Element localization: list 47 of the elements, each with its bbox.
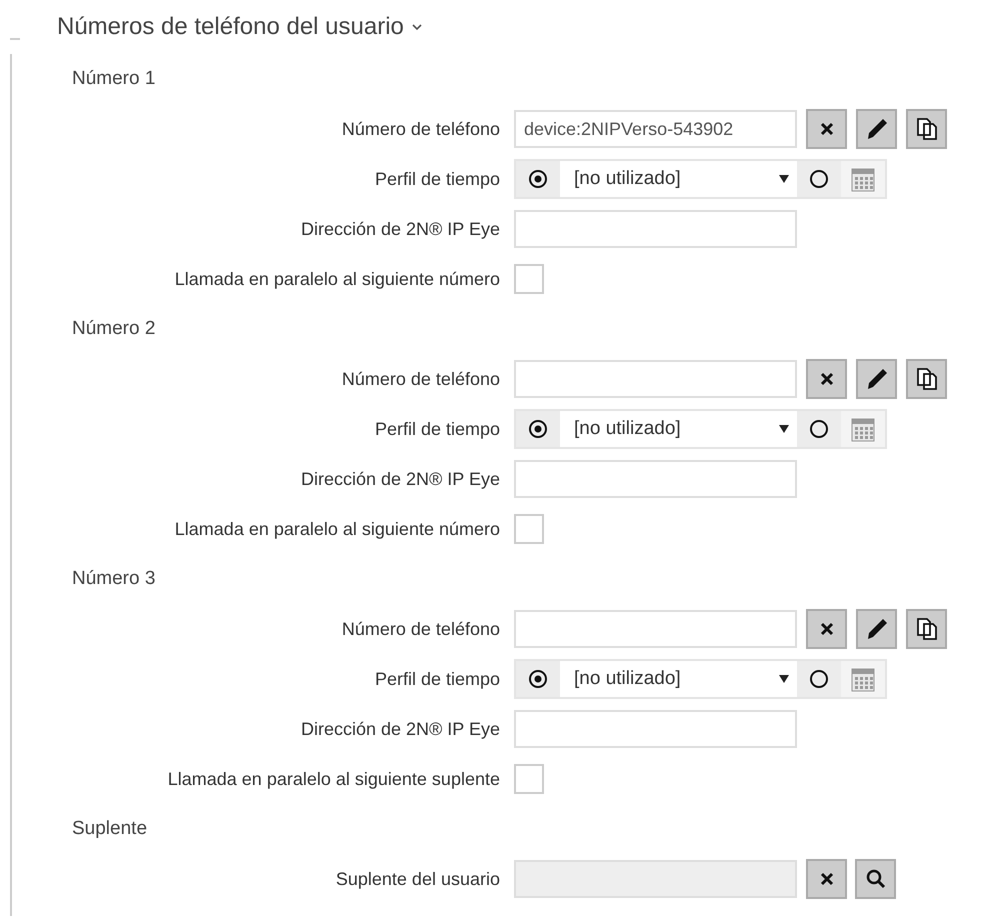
close-icon <box>820 372 834 386</box>
phone-number-field[interactable] <box>514 610 797 648</box>
field-label: Perfil de tiempo <box>374 418 500 440</box>
field-label: Llamada en paralelo al siguiente suplente <box>166 768 500 790</box>
text-field[interactable] <box>514 210 797 248</box>
clear-button[interactable] <box>806 859 847 899</box>
checkbox[interactable] <box>514 514 544 544</box>
group-title: Número 1 <box>72 68 156 90</box>
search-icon <box>866 869 886 889</box>
field-label: Llamada en paralelo al siguiente número <box>174 268 500 290</box>
field-label: Dirección de 2N® IP Eye <box>300 718 500 740</box>
field-label: Perfil de tiempo <box>374 168 500 190</box>
text-field[interactable] <box>514 710 797 748</box>
copy-button[interactable] <box>906 609 947 649</box>
close-icon <box>820 622 834 636</box>
field-label: Número de teléfono <box>340 118 500 140</box>
field-label: Número de teléfono <box>340 368 500 390</box>
copy-button[interactable] <box>906 109 947 149</box>
close-icon <box>820 122 834 136</box>
text-field[interactable] <box>514 460 797 498</box>
field-label: Perfil de tiempo <box>374 668 500 690</box>
copy-button[interactable] <box>906 359 947 399</box>
edit-button[interactable] <box>856 359 897 399</box>
field-label: Dirección de 2N® IP Eye <box>300 218 500 240</box>
group-title: Número 2 <box>72 318 156 340</box>
field-label: Suplente del usuario <box>334 868 500 890</box>
checkbox[interactable] <box>514 764 544 794</box>
group-title: Suplente <box>72 818 148 840</box>
copy-icon <box>914 117 938 141</box>
group-title: Número 3 <box>72 568 156 590</box>
checkbox[interactable] <box>514 264 544 294</box>
phone-number-field[interactable]: device:2NIPVerso-543902 <box>514 110 797 148</box>
section-title[interactable]: Números de teléfono del usuario <box>57 13 404 41</box>
close-icon <box>820 872 834 886</box>
copy-icon <box>914 617 938 641</box>
search-button[interactable] <box>855 859 896 899</box>
field-label: Llamada en paralelo al siguiente número <box>174 518 500 540</box>
field-label: Dirección de 2N® IP Eye <box>300 468 500 490</box>
phone-number-field[interactable] <box>514 360 797 398</box>
copy-icon <box>914 367 938 391</box>
field-label: Número de teléfono <box>340 618 500 640</box>
edit-button[interactable] <box>856 109 897 149</box>
chevron-icon[interactable] <box>412 23 422 31</box>
clear-button[interactable] <box>806 109 847 149</box>
clear-button[interactable] <box>806 359 847 399</box>
edit-button[interactable] <box>856 609 897 649</box>
clear-button[interactable] <box>806 609 847 649</box>
